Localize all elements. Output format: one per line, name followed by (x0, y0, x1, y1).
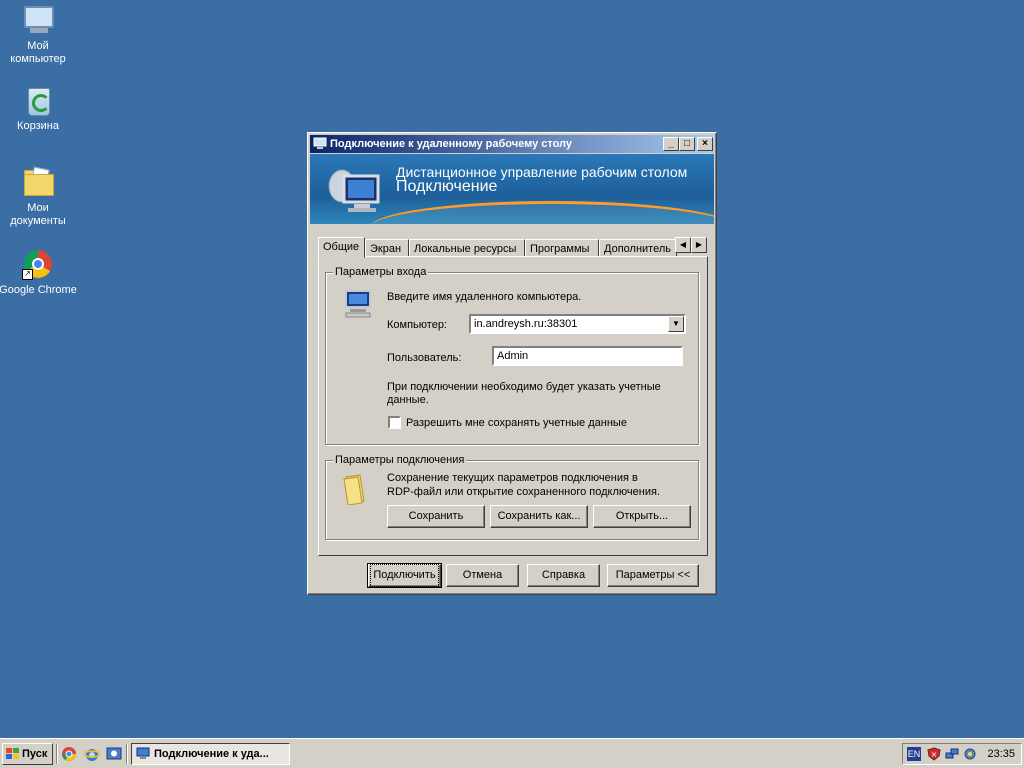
svg-text:×: × (931, 750, 938, 759)
desktop-icon-my-documents[interactable]: Мои документы (0, 166, 78, 228)
save-credentials-checkbox[interactable] (388, 416, 401, 429)
login-hint: Введите имя удаленного компьютера. (387, 291, 582, 303)
credentials-note-line1: При подключении необходимо будет указать… (387, 381, 661, 393)
desktop-icon-label: Google Chrome (0, 284, 77, 296)
chrome-icon[interactable] (61, 746, 77, 762)
taskbar-separator (126, 744, 128, 764)
remote-desktop-icon (313, 137, 327, 149)
remote-desktop-monitor-icon (328, 169, 380, 212)
taskbar-item-label: Подключение к уда... (154, 748, 269, 760)
computer-value: in.andreysh.ru:38301 (474, 318, 578, 330)
desktop-icon-recycle-bin[interactable]: Корзина (0, 84, 78, 133)
recycle-bin-icon (22, 84, 54, 116)
tab-programs[interactable]: Программы (525, 239, 599, 257)
computer-combobox[interactable]: in.andreysh.ru:38301 ▼ (469, 314, 686, 334)
open-button[interactable]: Открыть... (593, 505, 691, 528)
tab-advanced[interactable]: Дополнитель (599, 239, 677, 257)
help-button-label: Справка (541, 569, 586, 581)
tab-local-resources[interactable]: Локальные ресурсы (409, 239, 525, 257)
title-bar[interactable]: Подключение к удаленному рабочему столу … (310, 135, 714, 153)
connect-button-label: Подключить (370, 564, 439, 587)
desktop-icon-label: Мой компьютер (10, 40, 66, 65)
windows-flag-icon (6, 748, 19, 759)
close-button[interactable]: × (697, 137, 713, 151)
connection-group-label: Параметры подключения (333, 454, 467, 466)
login-group-label: Параметры входа (333, 266, 429, 278)
remote-desktop-window: Подключение к удаленному рабочему столу … (307, 132, 717, 595)
tab-general[interactable]: Общие (318, 237, 365, 258)
security-shield-icon[interactable]: × (927, 747, 941, 761)
tab-panel-general: Параметры входа Введите имя удаленного к… (318, 256, 708, 556)
save-button-label: Сохранить (408, 510, 464, 522)
network-icon[interactable] (945, 747, 959, 761)
tab-strip: Общие Экран Локальные ресурсы Программы … (318, 237, 707, 258)
save-button[interactable]: Сохранить (387, 505, 485, 528)
user-label: Пользователь: (387, 352, 462, 364)
desktop-icon-label: Корзина (17, 120, 59, 132)
start-button[interactable]: Пуск (2, 743, 53, 765)
connection-text-line1: Сохранение текущих параметров подключени… (387, 472, 638, 484)
internet-explorer-icon[interactable] (84, 746, 100, 762)
taskbar: Пуск Подключение к уда... EN × 23:35 (0, 738, 1024, 768)
user-field[interactable]: Admin (492, 346, 683, 366)
clock: 23:35 (987, 748, 1015, 760)
chevron-down-icon[interactable]: ▼ (668, 316, 684, 332)
help-button[interactable]: Справка (527, 564, 600, 587)
system-tray: EN × 23:35 (902, 743, 1022, 765)
language-indicator[interactable]: EN (907, 747, 921, 761)
settings-gear-icon[interactable] (963, 747, 977, 761)
folder-icon (343, 474, 365, 505)
banner-subtitle: Подключение (396, 178, 498, 195)
tab-scroll-left-button[interactable]: ◀ (675, 237, 691, 253)
start-label: Пуск (22, 748, 48, 760)
login-group: Параметры входа Введите имя удаленного к… (325, 266, 699, 445)
tab-scroll-right-button[interactable]: ▶ (691, 237, 707, 253)
show-desktop-icon[interactable] (106, 746, 122, 762)
connection-text-line2: RDP-файл или открытие сохраненного подкл… (387, 486, 660, 498)
computer-label: Компьютер: (387, 319, 447, 331)
cancel-button[interactable]: Отмена (446, 564, 519, 587)
tab-display[interactable]: Экран (365, 239, 409, 257)
options-button-label: Параметры << (615, 569, 691, 581)
chrome-icon: ↗ (22, 248, 54, 280)
taskbar-separator (56, 744, 58, 764)
save-as-button-label: Сохранить как... (497, 510, 581, 522)
maximize-button[interactable]: □ (679, 137, 695, 151)
documents-folder-icon (22, 166, 54, 198)
connect-button[interactable]: Подключить (367, 563, 442, 588)
header-banner: Дистанционное управление рабочим столом … (310, 154, 714, 224)
open-button-label: Открыть... (615, 510, 669, 522)
save-as-button[interactable]: Сохранить как... (490, 505, 588, 528)
desktop-icon-label: Мои документы (10, 202, 66, 227)
remote-desktop-icon (136, 747, 150, 759)
credentials-note-line2: данные. (387, 394, 429, 406)
taskbar-item-remote-desktop[interactable]: Подключение к уда... (131, 743, 290, 765)
desktop-icon-my-computer[interactable]: Мой компьютер (0, 4, 78, 66)
options-button[interactable]: Параметры << (607, 564, 699, 587)
computer-user-icon (345, 290, 371, 318)
cancel-button-label: Отмена (462, 569, 503, 581)
window-title: Подключение к удаленному рабочему столу (330, 138, 573, 150)
desktop-icon-google-chrome[interactable]: ↗ Google Chrome (0, 248, 78, 297)
connection-group: Параметры подключения Сохранение текущих… (325, 454, 699, 540)
save-credentials-label[interactable]: Разрешить мне сохранять учетные данные (406, 417, 627, 429)
minimize-button[interactable]: _ (663, 137, 679, 151)
computer-icon (22, 4, 54, 36)
